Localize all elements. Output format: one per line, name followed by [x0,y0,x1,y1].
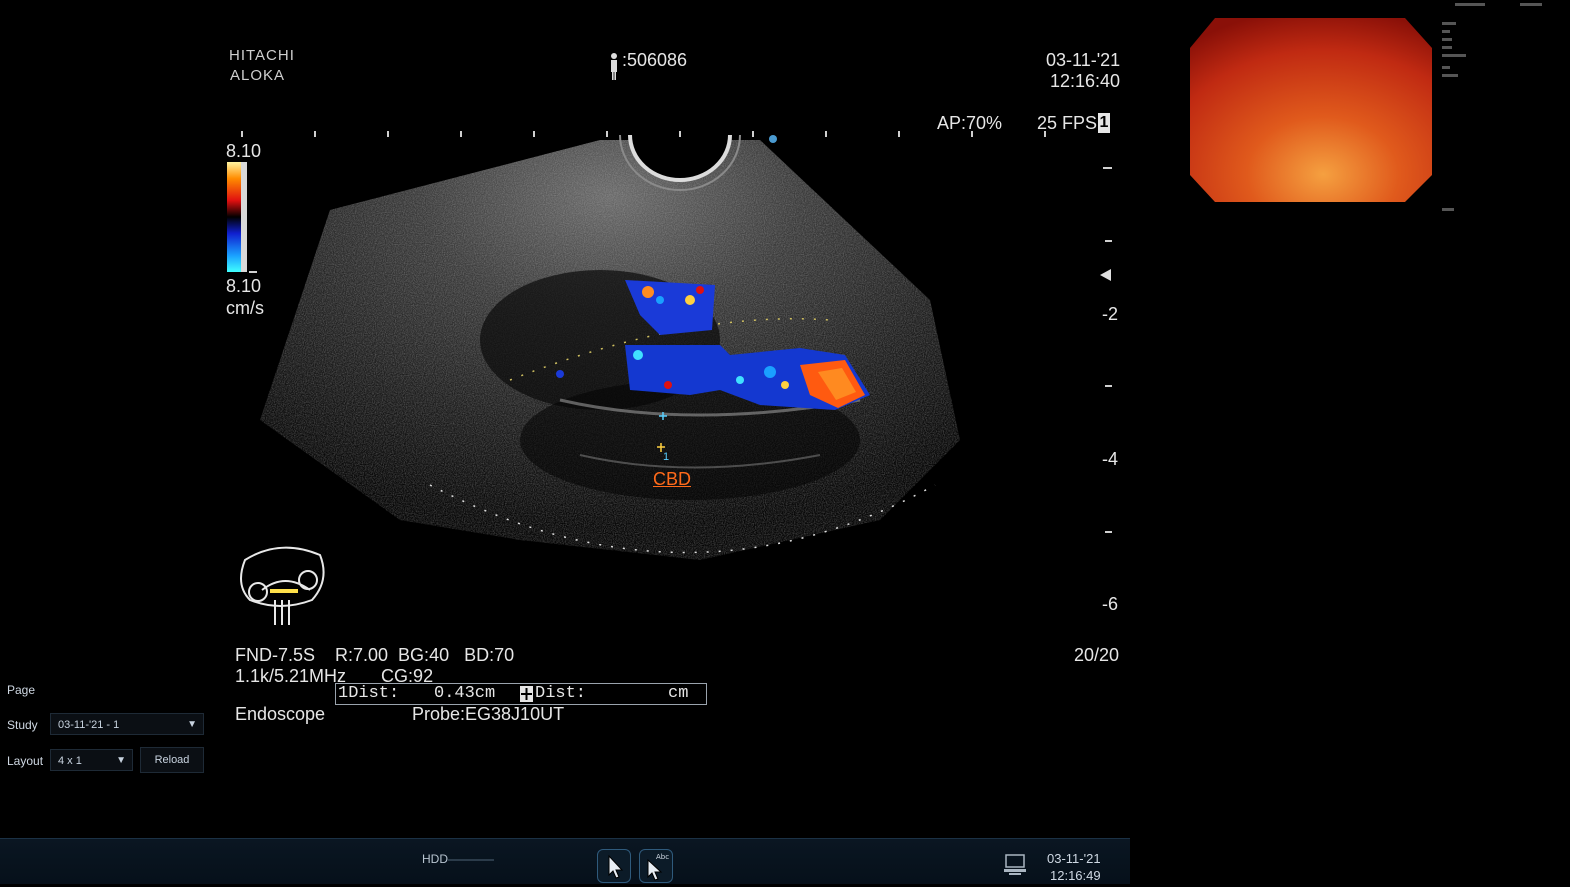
acoustic-power: AP:70% [937,113,1003,133]
layout-value: 4 x 1 [58,755,82,767]
patient-icon [609,52,619,82]
hdd-label: HDD [422,852,448,866]
status-time: 12:16:49 [1050,868,1101,883]
depth-label-2: -2 [1102,304,1119,324]
brand-aloka: ALOKA [230,67,286,84]
dist1-label: 1Dist: [338,684,400,703]
header-date: 03-11-'21 [1046,50,1121,70]
cursor-text-icon: Abc [647,853,669,881]
chevron-down-icon: ▼ [116,755,126,766]
mode-label: Endoscope [235,704,326,724]
computer-icon [1003,854,1027,881]
dist2-unit: cm [668,684,689,703]
reload-button[interactable]: Reload [140,747,204,773]
cursor-arrow-icon [608,854,624,879]
study-label: Study [7,718,38,732]
layout-label: Layout [7,754,44,768]
probe-label: Probe:EG38J10UT [412,704,565,724]
page-label: Page [7,683,36,697]
measurement-box: 1Dist: 0.43cm Dist: cm [335,683,707,705]
chevron-down-icon: ▼ [187,719,197,730]
dist2-cursor-icon [520,686,533,702]
dist2-label: Dist: [535,684,587,703]
status-bar: HDD Abc 03-11-'21 12:16:49 [0,838,1130,884]
color-scale-unit: cm/s [226,298,264,318]
depth-label-4: -4 [1102,449,1119,469]
frame-counter: 20/20 [1074,645,1120,665]
study-value: 03-11-'21 - 1 [58,719,120,731]
header-time: 12:16:40 [1050,71,1121,91]
brand-hitachi: HITACHI [229,47,295,64]
depth-label-6: -6 [1102,594,1119,614]
hdd-usage-bar [448,859,494,861]
frame-rate-mark: 1 [1098,113,1110,133]
pointer-tool-button[interactable] [597,849,631,883]
ultrasound-image [227,3,1542,625]
dist1-value: 0.43cm [434,684,496,703]
svg-text:Abc: Abc [656,853,669,861]
cbd-annotation[interactable]: CBD [653,469,691,490]
measurement-marker-number: 1 [663,451,670,463]
color-scale-top: 8.10 [226,141,262,161]
frame-rate: 25 FPS [1037,113,1098,133]
status-date: 03-11-'21 [1047,851,1101,866]
layout-dropdown[interactable]: 4 x 1 ▼ [50,749,133,771]
patient-id: :506086 [622,50,688,70]
params-line-1: FND-7.5S R:7.00 BG:40 BD:70 [235,645,515,665]
color-scale-bottom: 8.10 [226,276,262,296]
study-dropdown[interactable]: 03-11-'21 - 1 ▼ [50,713,204,735]
annotate-tool-button[interactable]: Abc [639,849,673,883]
